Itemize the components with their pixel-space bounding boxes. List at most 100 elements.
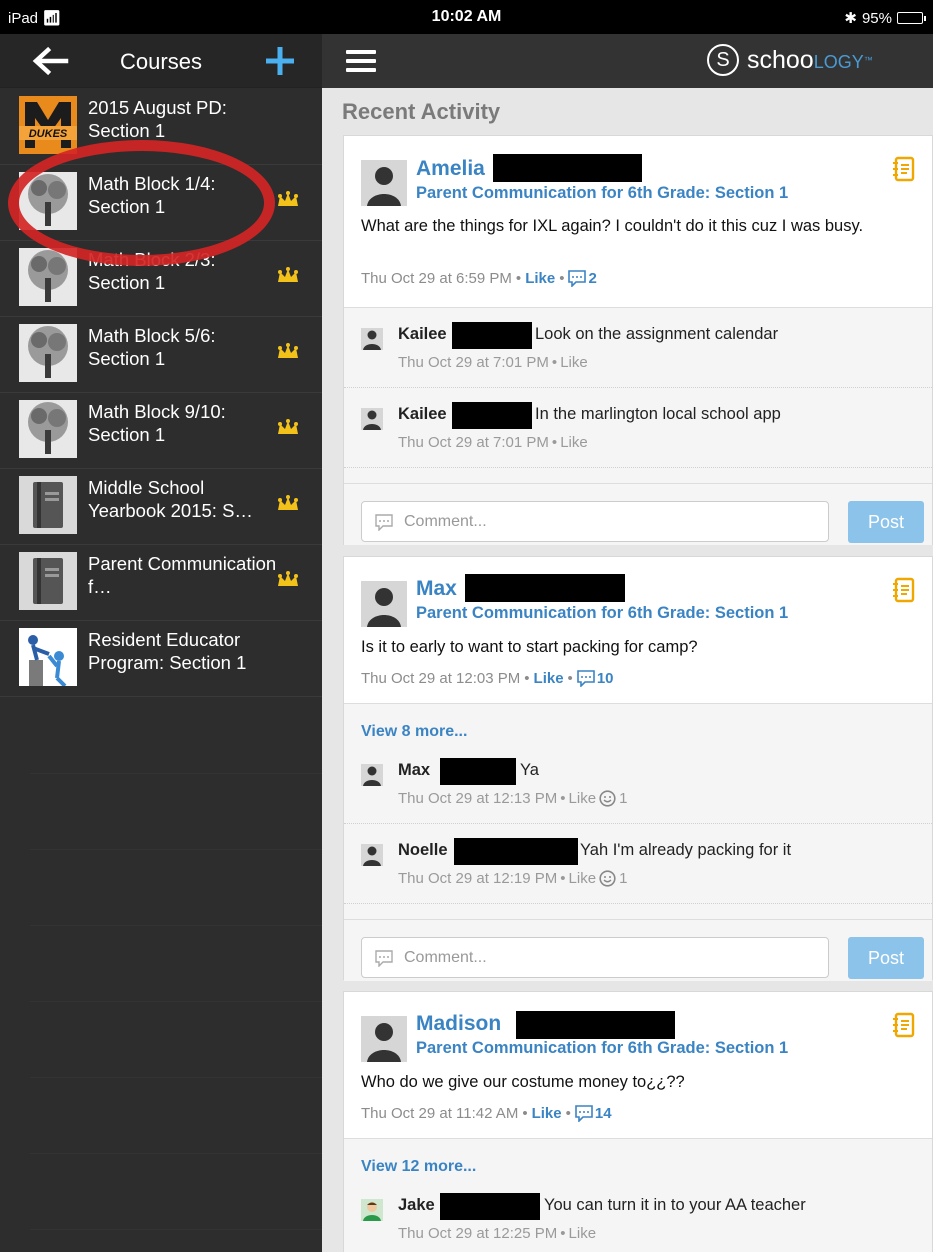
- comment-composer: Comment... Post: [344, 483, 932, 545]
- redaction-bar: [452, 322, 532, 349]
- reply-author[interactable]: Noelle: [398, 841, 448, 860]
- course-item-resident-educator[interactable]: Resident Educator Program: Section 1: [0, 621, 322, 697]
- book-icon: [19, 476, 77, 534]
- reply-author[interactable]: Kailee: [398, 405, 447, 424]
- comment-icon: [375, 950, 393, 967]
- smiley-icon: [599, 790, 616, 807]
- reply-text: Ya: [520, 761, 539, 779]
- svg-text:DUKES: DUKES: [29, 128, 68, 140]
- crown-icon: [278, 267, 298, 282]
- post-card: Madison Parent Communication for 6th Gra…: [343, 991, 933, 1252]
- post-button[interactable]: Post: [848, 937, 924, 979]
- comment-count[interactable]: 14: [575, 1105, 612, 1122]
- post-body: Is it to early to want to start packing …: [361, 638, 698, 656]
- course-item-math-9-10[interactable]: Math Block 9/10: Section 1: [0, 393, 322, 469]
- reply-text: Look on the assignment calendar: [535, 325, 779, 343]
- post-author[interactable]: Madison: [416, 1012, 501, 1036]
- avatar: [361, 408, 383, 430]
- post-group[interactable]: Parent Communication for 6th Grade: Sect…: [416, 604, 788, 623]
- reply-meta: Thu Oct 29 at 7:01 PM • Like: [398, 434, 588, 451]
- tree-icon: [19, 248, 77, 306]
- comment-icon: [375, 514, 393, 531]
- redaction-bar: [440, 758, 516, 785]
- post-body: What are the things for IXL again? I cou…: [361, 217, 864, 235]
- redaction-bar: [493, 154, 642, 182]
- reply: Jake You can turn it in to your AA teach…: [344, 1179, 932, 1252]
- like-link[interactable]: Like: [560, 434, 588, 451]
- smiley-icon: [599, 870, 616, 887]
- comment-input[interactable]: Comment...: [361, 937, 829, 978]
- dukes-logo-icon: DUKES: [19, 96, 77, 154]
- post-type-icon: [893, 577, 915, 603]
- course-item-yearbook[interactable]: Middle School Yearbook 2015: S…: [0, 469, 322, 545]
- comment-count[interactable]: 10: [577, 670, 614, 687]
- like-link[interactable]: Like: [569, 1225, 597, 1242]
- replies: View 8 more... Max Ya Thu Oct 29 at 12:1…: [344, 703, 932, 919]
- post-author[interactable]: Max: [416, 577, 457, 601]
- status-bar: iPad 📶︎ 10:02 AM ✱ 95%: [0, 0, 933, 34]
- like-link[interactable]: Like: [560, 354, 588, 371]
- reply-meta: Thu Oct 29 at 12:19 PM • Like 1: [398, 870, 628, 887]
- post-meta: Thu Oct 29 at 11:42 AM • Like • 14: [361, 1105, 612, 1122]
- like-button[interactable]: Like: [532, 1105, 562, 1122]
- like-link[interactable]: Like: [569, 870, 597, 887]
- reply: Kailee Look on the assignment calendar T…: [344, 308, 932, 388]
- annotation-circle: [8, 140, 275, 266]
- comment-count[interactable]: 2: [568, 270, 597, 287]
- tree-icon: [19, 324, 77, 382]
- clock: 10:02 AM: [431, 8, 502, 25]
- crown-icon: [278, 343, 298, 358]
- avatar: [361, 1199, 383, 1221]
- post-button[interactable]: Post: [848, 501, 924, 543]
- course-item-math-5-6[interactable]: Math Block 5/6: Section 1: [0, 317, 322, 393]
- comment-composer: Comment... Post: [344, 919, 932, 981]
- reply-author[interactable]: Jake: [398, 1196, 435, 1215]
- post-author[interactable]: Amelia: [416, 157, 485, 181]
- post-card: Amelia Parent Communication for 6th Grad…: [343, 135, 933, 545]
- reply-text: Yah I'm already packing for it: [580, 841, 792, 859]
- post-group[interactable]: Parent Communication for 6th Grade: Sect…: [416, 184, 788, 203]
- comment-icon: [577, 670, 595, 687]
- sidebar-header: Courses: [0, 34, 322, 88]
- view-more-link[interactable]: View 12 more...: [361, 1158, 476, 1176]
- course-name: 2015 August PD: Section 1: [88, 97, 227, 141]
- like-button[interactable]: Like: [534, 670, 564, 687]
- course-name: Math Block 9/10: Section 1: [88, 401, 226, 445]
- reply-author[interactable]: Max: [398, 761, 430, 780]
- course-name: Resident Educator Program: Section 1: [88, 629, 247, 673]
- redaction-bar: [452, 402, 532, 429]
- add-course-icon[interactable]: [262, 43, 298, 79]
- course-item-parent-communication[interactable]: Parent Communication f…: [0, 545, 322, 621]
- climbers-icon: [19, 628, 77, 686]
- avatar: [361, 1016, 407, 1062]
- redaction-bar: [440, 1193, 540, 1220]
- like-link[interactable]: Like: [569, 790, 597, 807]
- logo-s-icon: S: [707, 44, 739, 76]
- hamburger-menu-icon[interactable]: [346, 50, 376, 74]
- avatar: [361, 844, 383, 866]
- book-icon: [19, 552, 77, 610]
- view-more-link[interactable]: View 8 more...: [361, 723, 467, 741]
- like-button[interactable]: Like: [525, 270, 555, 287]
- reply-meta: Thu Oct 29 at 12:25 PM • Like: [398, 1225, 597, 1242]
- reply-meta: Thu Oct 29 at 7:01 PM • Like: [398, 354, 588, 371]
- schoology-logo: S schoo logy ™: [707, 44, 873, 76]
- redaction-bar: [516, 1011, 675, 1039]
- reply-meta: Thu Oct 29 at 12:13 PM • Like 1: [398, 790, 628, 807]
- top-bar: S schoo logy ™: [322, 34, 933, 88]
- crown-icon: [278, 419, 298, 434]
- reply-text: You can turn it in to your AA teacher: [544, 1196, 806, 1214]
- course-name: Parent Communication f…: [88, 553, 277, 597]
- comment-icon: [575, 1105, 593, 1122]
- post-group[interactable]: Parent Communication for 6th Grade: Sect…: [416, 1039, 788, 1058]
- reply-author[interactable]: Kailee: [398, 325, 447, 344]
- post-card: Max Parent Communication for 6th Grade: …: [343, 556, 933, 981]
- replies: View 12 more... Jake You can turn it in …: [344, 1138, 932, 1252]
- course-name: Middle School Yearbook 2015: S…: [88, 477, 253, 521]
- crown-icon: [278, 495, 298, 510]
- reply: Max Ya Thu Oct 29 at 12:13 PM • Like 1: [344, 744, 932, 824]
- reply: Kailee In the marlington local school ap…: [344, 388, 932, 468]
- section-title: Recent Activity: [342, 99, 501, 124]
- redaction-bar: [454, 838, 578, 865]
- comment-input[interactable]: Comment...: [361, 501, 829, 542]
